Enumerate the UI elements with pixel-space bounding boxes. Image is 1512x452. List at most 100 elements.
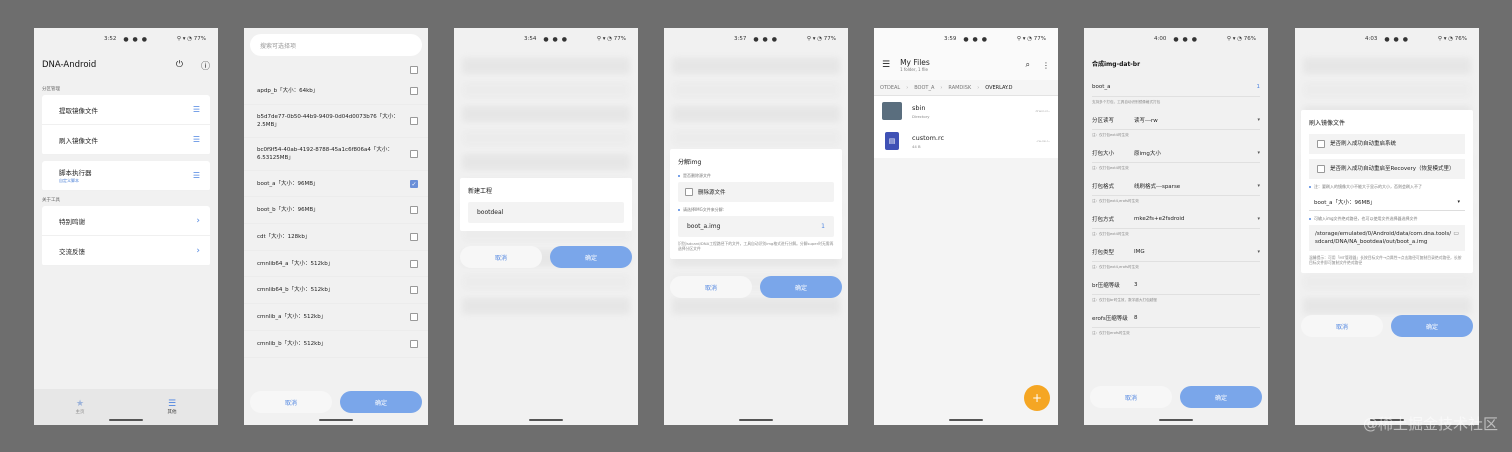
option-label: 是否刷入成功自动重启系统 [1330, 141, 1397, 147]
star-icon: ★ [75, 399, 85, 409]
status-time: 3:52 [104, 36, 117, 42]
config-value: 8 [1134, 314, 1138, 321]
config-row[interactable]: 打包方式 mke2fs+e2fsdroid ▾ [1092, 209, 1260, 229]
partition-checkbox[interactable] [410, 286, 418, 295]
confirm-button[interactable]: 确定 [340, 391, 422, 413]
status-time: 3:54 [524, 36, 537, 42]
project-name-input[interactable]: bootdeal [468, 202, 624, 223]
reboot-system-checkbox[interactable] [1317, 140, 1325, 148]
empty-area [874, 158, 1058, 425]
confirm-button[interactable]: 确定 [1180, 386, 1262, 408]
partition-row[interactable]: boot_b「大小：96MB」 [244, 197, 428, 225]
notification-icons: ● ● ● [1384, 35, 1409, 43]
crumb-current[interactable]: OVERLAY.D [985, 85, 1012, 91]
menu-lines-icon: ☰ [192, 135, 200, 144]
cancel-button[interactable]: 取消 [460, 246, 542, 268]
partition-label: apdp_b「大小：64kb」 [257, 87, 319, 94]
config-row[interactable]: erofs压缩等级 8 [1092, 308, 1260, 328]
reboot-system-option[interactable]: 是否刷入成功自动重启系统 [1309, 134, 1465, 154]
file-manager-toolbar: ☰ My Files 1 folder, 1 file ⌕ ⋮ [874, 50, 1058, 80]
partition-checkbox[interactable]: ✓ [410, 179, 418, 188]
reboot-recovery-checkbox[interactable] [1317, 165, 1325, 173]
cancel-button[interactable]: 取消 [670, 276, 752, 298]
menu-feedback[interactable]: 交流反馈 › [42, 236, 210, 266]
partition-checkbox[interactable] [410, 312, 418, 321]
confirm-button[interactable]: 确定 [1391, 315, 1473, 337]
hamburger-icon[interactable]: ☰ [882, 60, 890, 70]
partition-row[interactable]: boot_a「大小：96MB」 ✓ [244, 171, 428, 198]
partition-row[interactable]: b5d7de77-0b50-44b9-9409-0d04d0073b76「大小：… [244, 105, 428, 138]
search-input[interactable]: 搜索可选择项 [250, 34, 422, 56]
partition-row[interactable]: cdt「大小：128kb」 [244, 224, 428, 251]
partition-row[interactable]: cmnlib_b「大小：512kb」 [244, 331, 428, 358]
partition-row[interactable]: cmnlib_a「大小：512kb」 [244, 304, 428, 331]
partition-checkbox[interactable] [410, 206, 418, 215]
partition-checkbox[interactable] [410, 86, 418, 95]
delete-source-option[interactable]: 删除源文件 [678, 182, 834, 202]
confirm-button[interactable]: 确定 [760, 276, 842, 298]
confirm-button[interactable]: 确定 [550, 246, 632, 268]
partition-row[interactable]: cmnlib64_a「大小：512kb」 [244, 251, 428, 278]
partition-row[interactable]: bc0f9f54-40ab-4192-8788-45a1c6f806a4「大小：… [244, 138, 428, 171]
select-all-checkbox[interactable] [410, 66, 418, 74]
cancel-button[interactable]: 取消 [1090, 386, 1172, 408]
partition-checkbox[interactable] [410, 232, 418, 241]
status-bar: 4:03 ● ● ● ⚲ ▾ ◔ 76% [1295, 28, 1479, 50]
reboot-recovery-option[interactable]: 是否刷入成功自动重启至Recovery（恢复模式里） [1309, 159, 1465, 179]
add-fab-button[interactable]: + [1024, 385, 1050, 411]
search-icon[interactable]: ⌕ [1026, 60, 1030, 70]
partition-row[interactable]: cmnlib64_b「大小：512kb」 [244, 277, 428, 305]
cancel-button[interactable]: 取消 [250, 391, 332, 413]
file-entry-file[interactable]: ▤ custom.rc 44 B -rw-rw-r-- [874, 126, 1058, 156]
config-row[interactable]: 分区读写 读写---rw ▾ [1092, 110, 1260, 130]
cancel-button[interactable]: 取消 [1301, 315, 1383, 337]
partition-checkbox[interactable] [410, 339, 418, 348]
select-all-row[interactable] [244, 62, 428, 78]
menu-extract-image[interactable]: 提取镜像文件 ☰ [42, 95, 210, 125]
img-path-value: /storage/emulated/0/Android/data/com.dna… [1315, 231, 1452, 245]
partition-checkbox[interactable] [410, 259, 418, 268]
flash-dialog: 刷入镜像文件 是否刷入成功自动重启系统 是否刷入成功自动重启至Recovery（… [1301, 110, 1473, 273]
img-file-value: boot_a.img [687, 223, 721, 230]
config-value: IMG [1134, 248, 1145, 255]
button-bar: 取消 确定 [454, 246, 638, 268]
menu-thanks[interactable]: 特别鸣谢 › [42, 206, 210, 236]
partition-label: cmnlib64_a「大小：512kb」 [257, 260, 334, 267]
status-battery: ⚲ ▾ ◔ 77% [596, 36, 626, 42]
button-bar: 取消 确定 [244, 391, 428, 413]
crumb[interactable]: BOOT_A [914, 85, 934, 91]
config-row[interactable]: 打包类型 IMG ▾ [1092, 242, 1260, 262]
folder-open-icon[interactable]: ▭ [1453, 230, 1459, 246]
more-vert-icon[interactable]: ⋮ [1042, 61, 1050, 70]
partition-checkbox[interactable] [410, 149, 418, 158]
size-hint: 注：要刷入的镜像大小不能大于显示的大小，否则会刷入不了 [1309, 184, 1465, 190]
config-row[interactable]: 打包格式 线刷格式---sparse ▾ [1092, 176, 1260, 196]
partition-selector[interactable]: boot_a 1 [1092, 77, 1260, 97]
crumb[interactable]: OTDEAL [880, 85, 900, 91]
power-icon[interactable]: ⏻ [176, 60, 183, 70]
partition-dropdown[interactable]: boot_a「大小：96MB」 ▾ [1309, 193, 1465, 211]
button-bar: 取消 确定 [1295, 315, 1479, 337]
caret-down-icon: ▾ [1457, 198, 1460, 205]
config-value: 读写---rw [1134, 117, 1158, 124]
menu-flash-image[interactable]: 刷入镜像文件 ☰ [42, 125, 210, 155]
app-bar: DNA-Android ⏻ ⓘ [34, 50, 218, 80]
page-title: 合成img-dat-br [1092, 61, 1141, 68]
img-path-input[interactable]: /storage/emulated/0/Android/data/com.dna… [1309, 225, 1465, 251]
chevron-right-icon: › [196, 245, 200, 256]
partition-label: cmnlib_b「大小：512kb」 [257, 340, 327, 347]
menu-script-executor[interactable]: 脚本执行器 自定义脚本 ☰ [42, 161, 210, 191]
info-icon[interactable]: ⓘ [201, 59, 210, 72]
chevron-right-icon: › [196, 215, 200, 226]
partition-checkbox[interactable] [410, 116, 418, 125]
crumb[interactable]: RAMDISK [948, 85, 971, 91]
config-row[interactable]: 打包大小 原img大小 ▾ [1092, 143, 1260, 163]
menu-label: 刷入镜像文件 [59, 136, 98, 145]
partition-row[interactable]: apdp_b「大小：64kb」 [244, 78, 428, 105]
config-row[interactable]: br压缩等级 3 [1092, 275, 1260, 295]
status-battery: ⚲ ▾ ◔ 76% [1437, 36, 1467, 42]
file-entry-folder[interactable]: sbin Directory drwxr-xr-- [874, 96, 1058, 126]
partition-label: bc0f9f54-40ab-4192-8788-45a1c6f806a4「大小：… [257, 146, 393, 161]
img-file-selector[interactable]: boot_a.img 1 [678, 216, 834, 237]
delete-source-checkbox[interactable] [685, 188, 693, 196]
